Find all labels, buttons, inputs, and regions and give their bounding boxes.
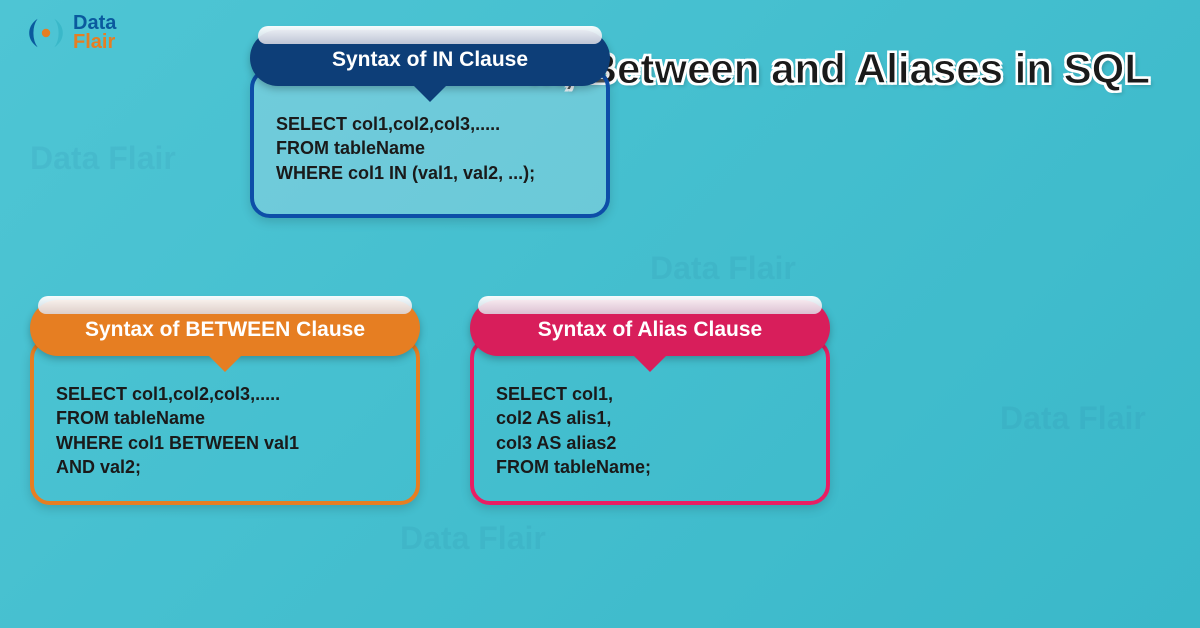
- card-between-header: Syntax of BETWEEN Clause: [30, 300, 420, 356]
- page-title: In, Between and Aliases in SQL: [526, 45, 1150, 93]
- watermark: Data Flair: [650, 250, 796, 287]
- watermark: Data Flair: [30, 140, 176, 177]
- card-between-clause: Syntax of BETWEEN Clause SELECT col1,col…: [30, 300, 420, 505]
- logo-icon: [25, 12, 67, 54]
- card-alias-header: Syntax of Alias Clause: [470, 300, 830, 356]
- card-alias-code: SELECT col1, col2 AS alis1, col3 AS alia…: [496, 382, 804, 479]
- card-in-header: Syntax of IN Clause: [250, 30, 610, 86]
- card-in-clause: Syntax of IN Clause SELECT col1,col2,col…: [250, 30, 610, 218]
- logo-flair: Flair: [73, 33, 116, 52]
- watermark: Data Flair: [400, 520, 546, 557]
- watermark: Data Flair: [1000, 400, 1146, 437]
- logo-text: Data Flair: [73, 14, 116, 52]
- card-between-code: SELECT col1,col2,col3,..... FROM tableNa…: [56, 382, 394, 479]
- card-alias-clause: Syntax of Alias Clause SELECT col1, col2…: [470, 300, 830, 505]
- brand-logo: Data Flair: [25, 12, 116, 54]
- card-in-code: SELECT col1,col2,col3,..... FROM tableNa…: [276, 112, 584, 185]
